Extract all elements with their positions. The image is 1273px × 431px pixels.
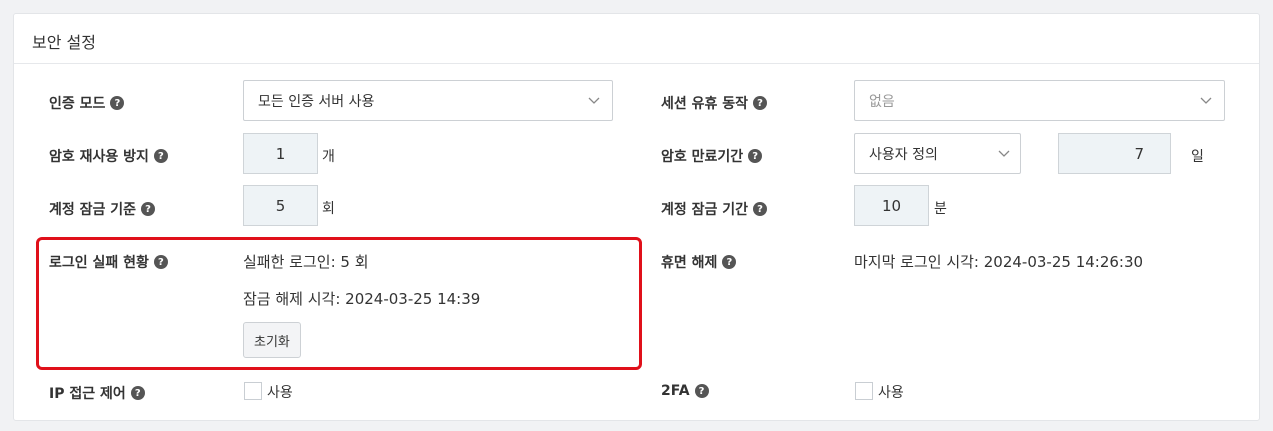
auth-mode-select-value: 모든 인증 서버 사용: [258, 93, 375, 110]
highlight-box: [36, 237, 642, 370]
panel-title: 보안 설정: [32, 33, 96, 52]
password-expiry-unit: 일: [1191, 149, 1204, 165]
session-action-label: 세션 유휴 동작 ?: [661, 93, 768, 113]
lock-threshold-label-text: 계정 잠금 기준: [49, 202, 137, 218]
auth-mode-label: 인증 모드 ?: [49, 93, 125, 113]
ip-control-label: IP 접근 제어 ?: [49, 383, 145, 403]
password-expiry-input[interactable]: 7: [1058, 133, 1171, 174]
lock-duration-unit: 분: [934, 201, 947, 217]
twofa-label: 2FA ?: [661, 383, 709, 399]
password-reuse-label-text: 암호 재사용 방지: [49, 149, 149, 165]
session-action-select[interactable]: 없음: [854, 80, 1225, 121]
password-reuse-label: 암호 재사용 방지 ?: [49, 146, 168, 166]
lock-threshold-label: 계정 잠금 기준 ?: [49, 199, 156, 219]
lock-duration-label: 계정 잠금 기간 ?: [661, 199, 768, 219]
last-login-time: 마지막 로그인 시각: 2024-03-25 14:26:30: [854, 253, 1144, 271]
help-icon[interactable]: ?: [748, 149, 763, 163]
help-icon[interactable]: ?: [110, 96, 125, 110]
lock-threshold-unit: 회: [322, 201, 335, 217]
password-expiry-select[interactable]: 사용자 정의: [854, 133, 1021, 174]
ip-control-checkbox-label[interactable]: 사용: [267, 382, 293, 402]
auth-mode-select[interactable]: 모든 인증 서버 사용: [243, 80, 613, 121]
ip-control-checkbox[interactable]: [244, 382, 262, 400]
auth-mode-label-text: 인증 모드: [49, 96, 106, 112]
password-reuse-input[interactable]: 1: [243, 133, 318, 174]
ip-control-label-text: IP 접근 제어: [49, 386, 126, 402]
chevron-down-icon: [588, 97, 600, 104]
help-icon[interactable]: ?: [753, 96, 768, 110]
help-icon[interactable]: ?: [722, 255, 737, 269]
twofa-checkbox-label[interactable]: 사용: [878, 382, 904, 402]
session-action-select-value: 없음: [869, 93, 895, 110]
chevron-down-icon: [998, 150, 1010, 157]
password-reuse-unit: 개: [322, 149, 335, 165]
help-icon[interactable]: ?: [694, 384, 709, 398]
help-icon[interactable]: ?: [141, 202, 156, 216]
help-icon[interactable]: ?: [130, 386, 145, 400]
dormancy-label: 휴면 해제 ?: [661, 252, 737, 272]
twofa-checkbox[interactable]: [855, 382, 873, 400]
panel-header: 보안 설정: [14, 14, 1259, 64]
chevron-down-icon: [1200, 97, 1212, 104]
help-icon[interactable]: ?: [153, 149, 168, 163]
password-expiry-label-text: 암호 만료기간: [661, 149, 744, 165]
session-action-label-text: 세션 유휴 동작: [661, 96, 749, 112]
lock-duration-input[interactable]: 10: [854, 185, 929, 226]
password-expiry-label: 암호 만료기간 ?: [661, 146, 763, 166]
lock-threshold-input[interactable]: 5: [243, 185, 318, 226]
twofa-label-text: 2FA: [661, 383, 690, 399]
password-expiry-select-value: 사용자 정의: [869, 146, 938, 163]
lock-duration-label-text: 계정 잠금 기간: [661, 202, 749, 218]
help-icon[interactable]: ?: [753, 202, 768, 216]
dormancy-label-text: 휴면 해제: [661, 255, 718, 271]
